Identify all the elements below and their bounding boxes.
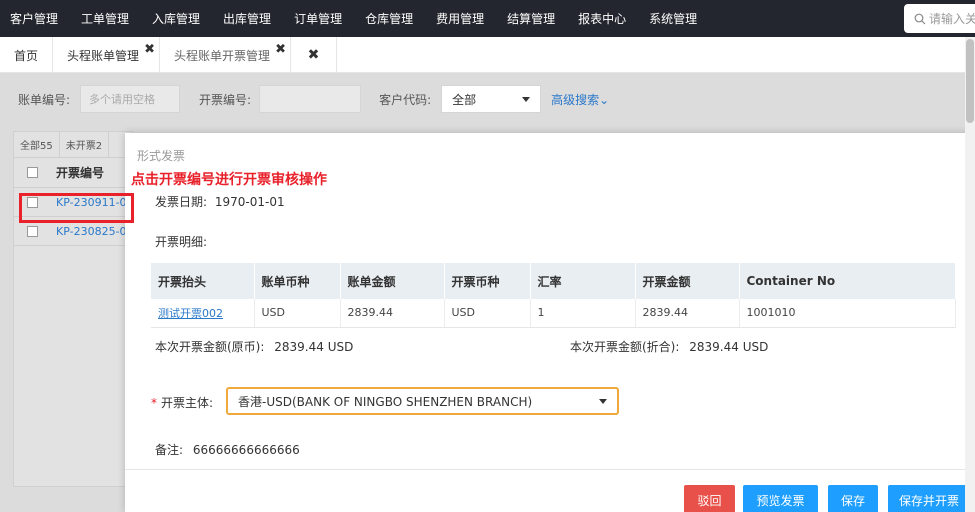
col-bill-currency: 账单币种 [254,263,341,299]
page-scrollbar[interactable] [965,37,975,512]
cell-bill-amount: 2839.44 [340,299,445,328]
tab-home-label: 首页 [14,48,39,63]
cell-invoice-amount: 2839.44 [635,299,740,328]
bill-no-placeholder: 多个请用空格 [89,93,156,106]
invoice-subject-label-wrap: * 开票主体: [151,394,213,411]
chevron-down-icon [522,96,531,102]
cell-bill-currency: USD [254,299,341,328]
amount-converted-field: 本次开票金额(折合): 2839.44 USD [570,338,768,355]
col-invoice-amount: 开票金额 [635,263,740,299]
invoice-no-input[interactable] [259,85,362,113]
reject-button[interactable]: 驳回 [684,485,735,512]
invoice-list: 全部55 未开票2 开票编号 KP-230911-01 KP-230825-00 [13,131,133,487]
footer-divider [125,469,975,470]
invoice-no-header: 开票编号 [56,166,105,180]
table-header: 开票编号 [14,158,132,188]
menu-inbound[interactable]: 入库管理 [142,0,213,37]
proforma-invoice-modal: 形式发票 发票日期: 1970-01-01 开票明细: 开票抬头 账单币种 账单… [125,133,975,512]
menu-order[interactable]: 订单管理 [284,0,355,37]
highlight-box [19,193,134,223]
status-tabs: 全部55 未开票2 [14,132,132,158]
tab-first-leg-bill[interactable]: 头程账单管理 ✖ [53,37,161,73]
col-bill-amount: 账单金额 [340,263,445,299]
search-icon [914,13,926,24]
advanced-search-label: 高级搜索 [551,92,600,107]
invoice-no-link[interactable]: KP-230825-00 [56,225,132,238]
customer-code-select[interactable]: 全部 [441,85,542,113]
main-menu: 客户管理 工单管理 入库管理 出库管理 订单管理 仓库管理 费用管理 结算管理 … [0,0,710,37]
amount-original-value: 2839.44 USD [274,340,354,354]
cell-invoice-currency: USD [444,299,531,328]
cell-invoice-title[interactable]: 测试开票002 [151,299,255,328]
menu-outbound[interactable]: 出库管理 [213,0,284,37]
col-invoice-title: 开票抬头 [151,263,255,299]
preview-invoice-button[interactable]: 预览发票 [743,485,818,512]
invoice-title-link[interactable]: 测试开票002 [158,307,223,320]
select-all-checkbox[interactable] [27,167,38,178]
required-asterisk: * [151,396,157,410]
tab-bar: 首页 头程账单管理 ✖ 头程账单开票管理 ✖ ✖ [0,37,975,73]
bill-no-input[interactable]: 多个请用空格 [80,85,181,113]
remark-value: 66666666666666 [192,443,300,457]
invoice-no-label: 开票编号: [199,92,252,107]
save-and-invoice-button[interactable]: 保存并开票 [888,485,970,512]
close-all-tabs-button[interactable]: ✖ [291,37,338,73]
customer-code-value: 全部 [452,92,477,107]
table-row: 测试开票002 USD 2839.44 USD 1 2839.44 100101… [151,299,956,328]
menu-warehouse[interactable]: 仓库管理 [355,0,426,37]
tab-not-invoiced[interactable]: 未开票2 [60,132,110,157]
invoice-subject-value: 香港-USD(BANK OF NINGBO SHENZHEN BRANCH) [238,394,533,409]
invoice-detail-table: 开票抬头 账单币种 账单金额 开票币种 汇率 开票金额 Container No… [151,263,956,328]
tab-home[interactable]: 首页 [0,37,54,73]
table-header-row: 开票抬头 账单币种 账单金额 开票币种 汇率 开票金额 Container No [151,263,956,299]
tab-first-leg-invoice[interactable]: 头程账单开票管理 ✖ [160,37,292,73]
amount-original-label: 本次开票金额(原币): [155,340,265,354]
filter-bar: 账单编号: 多个请用空格 开票编号: 客户代码: 全部 高级搜索⌄ [18,85,609,113]
tab-all[interactable]: 全部55 [14,132,60,157]
col-exchange-rate: 汇率 [530,263,636,299]
tab-first-leg-bill-label: 头程账单管理 [67,48,140,63]
top-nav: 客户管理 工单管理 入库管理 出库管理 订单管理 仓库管理 费用管理 结算管理 … [0,0,975,37]
invoice-subject-select[interactable]: 香港-USD(BANK OF NINGBO SHENZHEN BRANCH) [226,387,619,415]
invoice-date-field: 发票日期: 1970-01-01 [155,193,285,210]
menu-reports[interactable]: 报表中心 [568,0,639,37]
cell-exchange-rate: 1 [530,299,636,328]
cell-container-no: 1001010 [739,299,956,328]
bill-no-label: 账单编号: [18,92,71,107]
col-invoice-currency: 开票币种 [444,263,531,299]
amount-original-field: 本次开票金额(原币): 2839.44 USD [155,338,353,355]
save-button[interactable]: 保存 [828,485,878,512]
invoice-detail-label: 开票明细: [155,235,208,249]
remark-field: 备注: 66666666666666 [155,441,300,458]
customer-code-label: 客户代码: [379,92,432,107]
amount-converted-value: 2839.44 USD [689,340,769,354]
col-container-no: Container No [739,263,956,299]
annotation-text: 点击开票编号进行开票审核操作 [131,172,327,188]
close-icon[interactable]: ✖ [275,42,286,57]
menu-system[interactable]: 系统管理 [639,0,710,37]
search-input[interactable]: 请输入关 [904,4,975,33]
amount-converted-label: 本次开票金额(折合): [570,340,680,354]
tab-first-leg-invoice-label: 头程账单开票管理 [174,48,271,63]
menu-fees[interactable]: 费用管理 [426,0,497,37]
modal-title: 形式发票 [137,149,186,163]
chevron-down-icon: ⌄ [599,92,610,107]
close-icon[interactable]: ✖ [144,42,155,57]
row-checkbox[interactable] [27,225,38,237]
invoice-subject-label: 开票主体: [161,396,214,410]
remark-label: 备注: [155,443,184,457]
menu-settlement[interactable]: 结算管理 [497,0,568,37]
invoice-date-label: 发票日期: [155,195,208,209]
menu-customer[interactable]: 客户管理 [0,0,71,37]
menu-workorder[interactable]: 工单管理 [71,0,142,37]
scrollbar-thumb[interactable] [966,39,974,123]
search-placeholder: 请输入关 [929,12,975,26]
chevron-down-icon [599,398,607,404]
advanced-search-link[interactable]: 高级搜索⌄ [551,91,609,108]
invoice-date-value: 1970-01-01 [214,195,285,209]
